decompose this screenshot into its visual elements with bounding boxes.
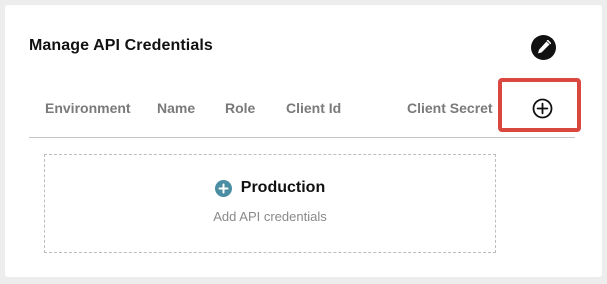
column-header-role: Role (225, 100, 256, 116)
edit-button[interactable] (531, 35, 556, 60)
plus-circle-icon (532, 98, 553, 119)
column-header-environment: Environment (45, 100, 131, 116)
environment-card-production[interactable]: Production Add API credentials (44, 154, 496, 253)
column-header-client-id: Client Id (286, 100, 342, 116)
pen-icon (538, 40, 551, 54)
manage-api-credentials-panel: Manage API Credentials Environment Name … (5, 5, 602, 277)
column-header-name: Name (157, 100, 196, 116)
plus-circle-filled-icon (214, 179, 232, 197)
environment-header: Production (45, 179, 495, 197)
add-credential-button[interactable] (532, 98, 553, 119)
add-credentials-hint: Add API credentials (213, 209, 327, 224)
header-divider (29, 137, 575, 138)
column-header-client-secret: Client Secret (407, 100, 493, 116)
environment-name: Production (240, 179, 326, 196)
panel-title: Manage API Credentials (29, 37, 213, 54)
